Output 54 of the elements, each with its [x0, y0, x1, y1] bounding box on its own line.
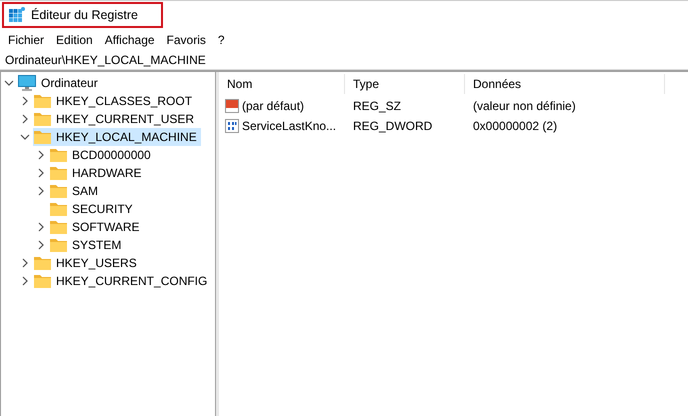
value-data: 0x00000002 (2) [472, 119, 558, 133]
tree-item[interactable]: HKEY_CURRENT_CONFIG [33, 272, 212, 290]
folder-icon [50, 166, 67, 180]
tree-item[interactable]: HARDWARE [49, 164, 146, 182]
folder-icon [50, 148, 67, 162]
tree-item[interactable]: HKEY_CURRENT_USER [33, 110, 198, 128]
column-header[interactable]: Nom [219, 74, 345, 94]
chevron-icon[interactable] [20, 114, 30, 124]
folder-icon [50, 202, 67, 216]
tree-item[interactable]: BCD00000000 [49, 146, 155, 164]
tree-item[interactable]: Ordinateur [17, 74, 102, 92]
chevron-icon[interactable] [36, 168, 46, 178]
tree-item[interactable]: SOFTWARE [49, 218, 144, 236]
column-header[interactable]: Type [345, 74, 465, 94]
address-bar[interactable]: Ordinateur\HKEY_LOCAL_MACHINE [0, 51, 688, 70]
tree-item[interactable]: HKEY_USERS [33, 254, 141, 272]
registry-icon [9, 7, 25, 23]
menu-item[interactable]: Edition [50, 33, 99, 47]
value-type: REG_SZ [352, 99, 402, 113]
chevron-icon[interactable] [20, 258, 30, 268]
folder-icon [50, 238, 67, 252]
folder-icon [34, 112, 51, 126]
tree-item[interactable]: HKEY_LOCAL_MACHINE [33, 128, 201, 146]
column-header[interactable]: Données [465, 74, 665, 94]
tree-item[interactable]: SYSTEM [49, 236, 126, 254]
chevron-icon[interactable] [36, 186, 46, 196]
tree-item[interactable]: SAM [49, 182, 102, 200]
tree-item[interactable]: HKEY_CLASSES_ROOT [33, 92, 196, 110]
menu-item[interactable]: Affichage [98, 33, 161, 47]
value-type: REG_DWORD [352, 119, 434, 133]
chevron-icon[interactable] [36, 222, 46, 232]
folder-icon [34, 256, 51, 270]
chevron-icon[interactable] [20, 96, 30, 106]
tree-item[interactable]: SECURITY [49, 200, 137, 218]
menu-item[interactable]: Fichier [2, 33, 50, 47]
menu-item[interactable]: ? [212, 33, 231, 47]
folder-icon [34, 130, 51, 144]
chevron-icon[interactable] [36, 150, 46, 160]
value-name: (par défaut) [242, 99, 304, 113]
chevron-icon[interactable] [20, 132, 30, 142]
menu-item[interactable]: Favoris [160, 33, 212, 47]
chevron-icon[interactable] [20, 276, 30, 286]
binary-value-icon [225, 119, 239, 133]
window-title: Éditeur du Registre [31, 8, 138, 22]
chevron-icon[interactable] [36, 240, 46, 250]
string-value-icon [225, 99, 239, 113]
computer-icon [18, 75, 36, 91]
value-data: (valeur non définie) [472, 99, 577, 113]
folder-icon [50, 184, 67, 198]
value-name: ServiceLastKno... [242, 119, 336, 133]
folder-icon [50, 220, 67, 234]
chevron-icon[interactable] [4, 78, 14, 88]
folder-icon [34, 274, 51, 288]
folder-icon [34, 94, 51, 108]
